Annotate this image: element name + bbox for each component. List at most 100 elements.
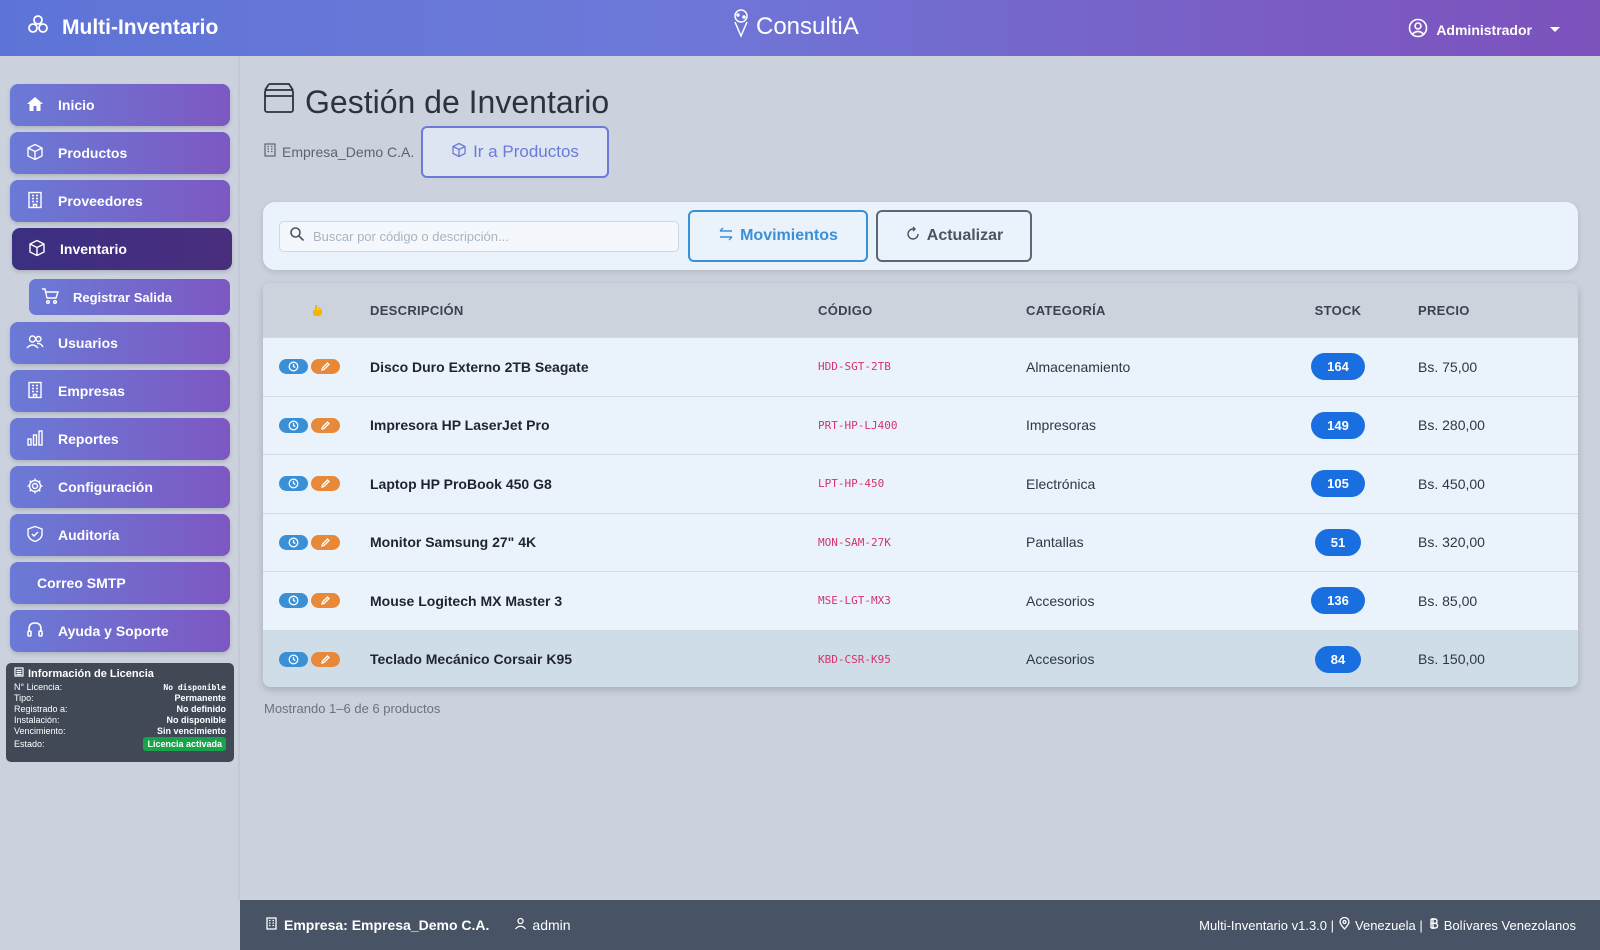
box-icon <box>28 239 46 260</box>
sidebar-item-productos[interactable]: Productos <box>10 132 230 174</box>
product-category: Accesorios <box>1026 592 1095 609</box>
edit-button[interactable] <box>311 476 340 492</box>
refresh-icon <box>905 226 921 247</box>
building-icon <box>26 381 44 402</box>
sidebar-item-reportes[interactable]: Reportes <box>10 418 230 460</box>
history-button[interactable] <box>279 476 308 492</box>
edit-button[interactable] <box>311 534 340 550</box>
sidebar: Inicio Productos Proveedores Inventario … <box>0 56 240 900</box>
center-brand-text: ConsultiA <box>756 12 859 40</box>
search-input[interactable] <box>313 229 653 244</box>
sidebar-item-auditoria[interactable]: Auditoría <box>10 514 230 556</box>
license-title: Información de Licencia <box>14 667 226 680</box>
product-code: KBD-CSR-K95 <box>818 652 891 666</box>
product-description: Teclado Mecánico Corsair K95 <box>370 651 573 668</box>
sidebar-item-label: Productos <box>58 145 128 161</box>
table-row[interactable]: Impresora HP LaserJet Pro PRT-HP-LJ400 I… <box>263 395 1578 455</box>
license-row: Registrado a: No definido <box>14 704 226 714</box>
app-title: Multi-Inventario <box>62 16 219 39</box>
product-code: HDD-SGT-2TB <box>818 360 891 374</box>
go-to-products-button[interactable]: Ir a Productos <box>421 126 609 178</box>
pagination-summary: Mostrando 1–6 de 6 productos <box>264 701 441 716</box>
product-price: Bs. 450,00 <box>1418 475 1485 492</box>
sidebar-item-label: Configuración <box>58 479 153 495</box>
product-category: Pantallas <box>1026 534 1084 551</box>
license-row: Vencimiento: Sin vencimiento <box>14 726 226 736</box>
sidebar-item-label: Empresas <box>58 383 125 399</box>
table-header: DESCRIPCIÓN CÓDIGO CATEGORÍA STOCK PRECI… <box>263 283 1578 337</box>
sidebar-item-inicio[interactable]: Inicio <box>10 84 230 126</box>
stock-badge: 51 <box>1314 528 1362 556</box>
location-pin-icon <box>1338 916 1351 933</box>
box-icon <box>263 82 295 122</box>
product-description: Disco Duro Externo 2TB Seagate <box>370 358 589 375</box>
history-button[interactable] <box>279 593 308 609</box>
cart-icon <box>41 287 59 308</box>
movements-button[interactable]: Movimientos <box>688 210 868 262</box>
edit-button[interactable] <box>311 593 340 609</box>
history-button[interactable] <box>279 359 308 375</box>
stock-badge: 84 <box>1314 645 1362 673</box>
history-button[interactable] <box>279 534 308 550</box>
table-row[interactable]: Monitor Samsung 27" 4K MON-SAM-27K Panta… <box>263 512 1578 572</box>
footer-user: admin <box>514 917 571 933</box>
edit-button[interactable] <box>311 359 340 375</box>
edit-button[interactable] <box>311 651 340 667</box>
edit-button[interactable] <box>311 417 340 433</box>
product-price: Bs. 150,00 <box>1418 651 1485 668</box>
currency-text: Bolívares Venezolanos <box>1443 917 1576 933</box>
refresh-button[interactable]: Actualizar <box>876 210 1032 262</box>
sidebar-item-label: Reportes <box>58 431 119 447</box>
sidebar-item-empresas[interactable]: Empresas <box>10 370 230 412</box>
table-row[interactable]: Laptop HP ProBook 450 G8 LPT-HP-450 Elec… <box>263 454 1578 513</box>
product-price: Bs. 75,00 <box>1418 358 1478 375</box>
product-code: PRT-HP-LJ400 <box>818 418 898 432</box>
column-header-category: CATEGORÍA <box>1026 302 1106 318</box>
box-icon <box>451 142 467 163</box>
sidebar-item-registrar-salida[interactable]: Registrar Salida <box>29 279 230 315</box>
page-title: Gestión de Inventario <box>263 82 609 122</box>
stock-badge: 105 <box>1311 470 1365 498</box>
user-circle-icon <box>1408 18 1428 41</box>
stock-badge: 164 <box>1311 353 1365 381</box>
app-brand[interactable]: Multi-Inventario <box>26 13 218 43</box>
history-button[interactable] <box>279 417 308 433</box>
sidebar-item-label: Ayuda y Soporte <box>58 623 169 639</box>
user-label: Administrador <box>1436 21 1532 38</box>
license-row: Estado: Licencia activada <box>14 737 226 751</box>
column-header-stock: STOCK <box>1314 302 1362 318</box>
product-category: Almacenamiento <box>1026 358 1131 375</box>
search-icon <box>280 226 313 247</box>
sidebar-item-proveedores[interactable]: Proveedores <box>10 180 230 222</box>
headset-icon <box>26 621 44 642</box>
table-row[interactable]: Disco Duro Externo 2TB Seagate HDD-SGT-2… <box>263 337 1578 396</box>
box-icon <box>26 143 44 164</box>
chart-icon <box>26 429 44 450</box>
status-badge: Licencia activada <box>143 737 226 751</box>
product-description: Laptop HP ProBook 450 G8 <box>370 475 552 492</box>
sidebar-item-label: Inventario <box>60 241 127 257</box>
table-row[interactable]: Teclado Mecánico Corsair K95 KBD-CSR-K95… <box>263 629 1578 687</box>
stock-badge: 136 <box>1311 587 1365 615</box>
product-category: Impresoras <box>1026 417 1097 434</box>
sidebar-item-configuracion[interactable]: Configuración <box>10 466 230 508</box>
sidebar-item-inventario[interactable]: Inventario <box>12 228 232 270</box>
sidebar-item-correo-smtp[interactable]: Correo SMTP <box>10 562 230 604</box>
footer-info: Multi-Inventario v1.3.0 | Venezuela | Bo… <box>1199 916 1576 933</box>
product-price: Bs. 280,00 <box>1418 417 1485 434</box>
building-icon <box>265 917 278 933</box>
column-header-code: CÓDIGO <box>818 302 873 318</box>
stock-badge: 149 <box>1311 411 1365 439</box>
history-button[interactable] <box>279 651 308 667</box>
sidebar-item-ayuda-soporte[interactable]: Ayuda y Soporte <box>10 610 230 652</box>
table-row[interactable]: Mouse Logitech MX Master 3 MSE-LGT-MX3 A… <box>263 571 1578 630</box>
consultia-logo: ConsultiA <box>730 8 859 45</box>
product-code: MSE-LGT-MX3 <box>818 594 891 608</box>
sidebar-item-label: Auditoría <box>58 527 120 543</box>
sidebar-item-label: Correo SMTP <box>37 575 126 591</box>
column-header-price: PRECIO <box>1418 302 1470 318</box>
user-menu[interactable]: Administrador <box>1408 18 1560 41</box>
calculator-icon <box>14 667 24 680</box>
chevron-down-icon <box>1550 27 1560 32</box>
sidebar-item-usuarios[interactable]: Usuarios <box>10 322 230 364</box>
